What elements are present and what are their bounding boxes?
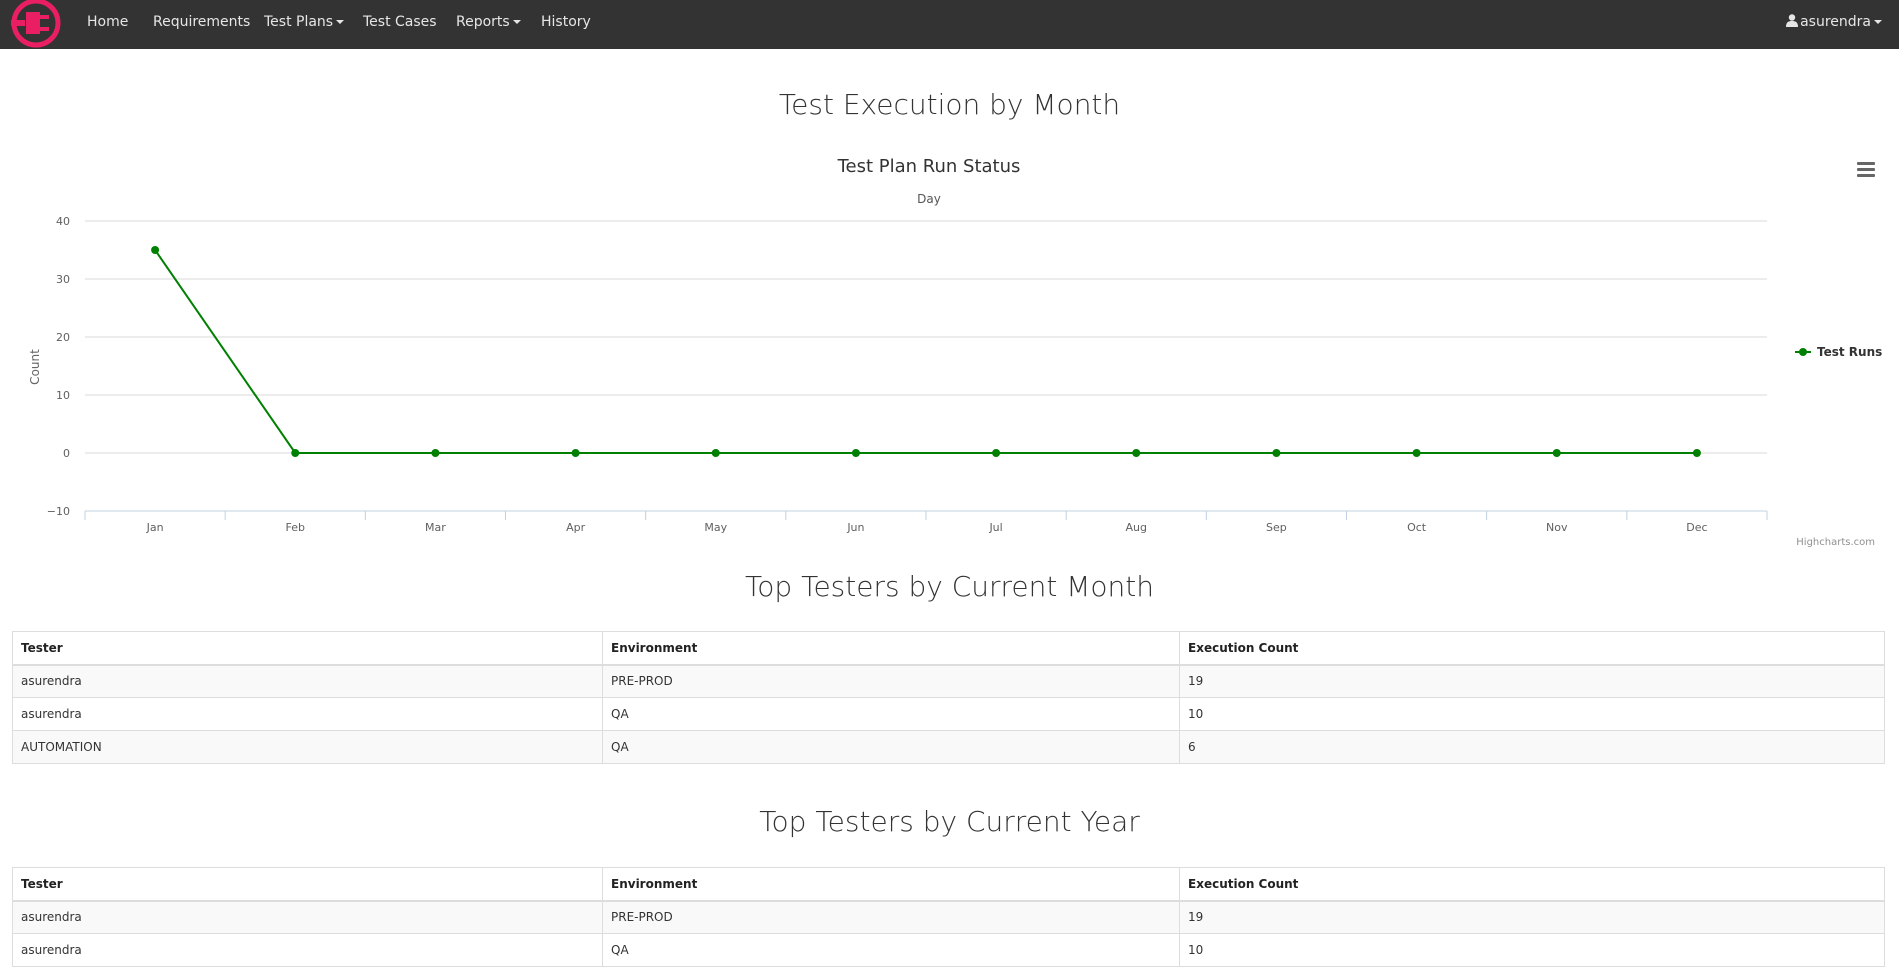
column-header-execution-count: Execution Count <box>1179 867 1885 902</box>
data-point[interactable] <box>851 449 860 457</box>
x-tick-label: Jan <box>146 521 164 534</box>
x-tick-label: Mar <box>425 521 446 534</box>
x-tick-label: Jun <box>846 521 864 534</box>
monthly-section-title: Top Testers by Current Month <box>744 570 1155 603</box>
nav-reports-label: Reports <box>456 14 510 30</box>
chevron-down-icon <box>512 20 521 24</box>
y-tick-label: 0 <box>63 447 70 460</box>
cell-execution-count: 10 <box>1179 933 1885 967</box>
data-point[interactable] <box>1272 449 1281 457</box>
nav-reports[interactable]: Reports <box>456 14 521 30</box>
series-line-test-runs <box>154 249 1697 454</box>
monthly-testers-table: Tester Environment Execution Count asure… <box>12 631 1885 764</box>
user-name: asurendra <box>1800 14 1871 30</box>
page-title: Test Execution by Month <box>778 88 1121 121</box>
column-header-environment: Environment <box>602 867 1180 902</box>
column-header-execution-count: Execution Count <box>1179 631 1885 666</box>
nav-test-plans-label: Test Plans <box>264 14 334 30</box>
x-tick-label: May <box>704 521 727 534</box>
top-navbar: Home Requirements Test Plans Test Cases … <box>0 0 1899 49</box>
x-tick-label: Oct <box>1407 521 1427 534</box>
table-row: asurendra QA 10 <box>12 697 1885 731</box>
cell-execution-count: 6 <box>1179 730 1885 764</box>
table-row: AUTOMATION QA 6 <box>12 730 1885 764</box>
cell-tester: asurendra <box>12 664 603 698</box>
y-tick-label: 30 <box>56 273 70 286</box>
x-tick-label: Nov <box>1546 521 1568 534</box>
x-tick-label: Dec <box>1686 521 1707 534</box>
app-logo-icon[interactable] <box>11 0 63 49</box>
y-tick-label: 20 <box>56 331 70 344</box>
cell-environment: PRE-PROD <box>602 900 1180 934</box>
x-tick-label: Aug <box>1126 521 1147 534</box>
column-header-tester: Tester <box>12 867 603 902</box>
data-point[interactable] <box>291 449 300 457</box>
column-header-tester: Tester <box>12 631 603 666</box>
cell-environment: QA <box>602 697 1180 731</box>
test-runs-chart: Test Plan Run Status Day 40 30 20 10 0 −10 Ja… <box>0 150 1899 555</box>
chevron-down-icon <box>1874 20 1882 24</box>
user-menu[interactable]: asurendra <box>1786 14 1882 30</box>
x-tick-label: Apr <box>566 521 586 534</box>
user-icon <box>1786 14 1799 27</box>
x-tick-label: Jul <box>988 521 1002 534</box>
y-tick-label: −10 <box>47 505 70 518</box>
x-tick-label: Feb <box>286 521 305 534</box>
table-header-row: Tester Environment Execution Count <box>12 867 1885 902</box>
y-tick-label: 10 <box>56 389 70 402</box>
nav-history[interactable]: History <box>541 14 591 30</box>
nav-test-cases[interactable]: Test Cases <box>363 14 437 30</box>
nav-home[interactable]: Home <box>87 14 128 30</box>
table-header-row: Tester Environment Execution Count <box>12 631 1885 666</box>
chevron-down-icon <box>336 20 345 24</box>
cell-tester: asurendra <box>12 697 603 731</box>
table-row: asurendra QA 10 <box>12 933 1885 967</box>
data-point[interactable] <box>711 449 720 457</box>
yearly-testers-table: Tester Environment Execution Count asure… <box>12 867 1885 967</box>
cell-environment: QA <box>602 730 1180 764</box>
cell-tester: AUTOMATION <box>12 730 603 764</box>
cell-environment: PRE-PROD <box>602 664 1180 698</box>
table-row: asurendra PRE-PROD 19 <box>12 664 1885 698</box>
chart-legend[interactable]: Test Runs <box>1795 345 1882 359</box>
data-point[interactable] <box>151 246 160 254</box>
y-axis-label: Count <box>28 349 42 385</box>
yearly-section-title: Top Testers by Current Year <box>759 805 1140 838</box>
data-point[interactable] <box>1132 449 1141 457</box>
y-tick-label: 40 <box>56 215 70 228</box>
data-point[interactable] <box>431 449 440 457</box>
chart-credits[interactable]: Highcharts.com <box>1796 537 1875 548</box>
legend-item-test-runs[interactable]: Test Runs <box>1817 345 1882 359</box>
cell-execution-count: 19 <box>1179 664 1885 698</box>
cell-environment: QA <box>602 933 1180 967</box>
data-point[interactable] <box>1412 449 1421 457</box>
data-point[interactable] <box>1552 449 1561 457</box>
cell-tester: asurendra <box>12 933 603 967</box>
chart-plot: 40 30 20 10 0 −10 Jan Feb Mar Apr May Jun Jul Aug Sep… <box>28 215 1882 534</box>
nav-requirements[interactable]: Requirements <box>153 14 250 30</box>
data-point[interactable] <box>1692 449 1701 457</box>
cell-execution-count: 19 <box>1179 900 1885 934</box>
data-point[interactable] <box>992 449 1001 457</box>
cell-execution-count: 10 <box>1179 697 1885 731</box>
cell-tester: asurendra <box>12 900 603 934</box>
column-header-environment: Environment <box>602 631 1180 666</box>
table-row: asurendra PRE-PROD 19 <box>12 900 1885 934</box>
nav-test-plans[interactable]: Test Plans <box>264 14 345 30</box>
data-point[interactable] <box>571 449 580 457</box>
x-tick-label: Sep <box>1266 521 1287 534</box>
